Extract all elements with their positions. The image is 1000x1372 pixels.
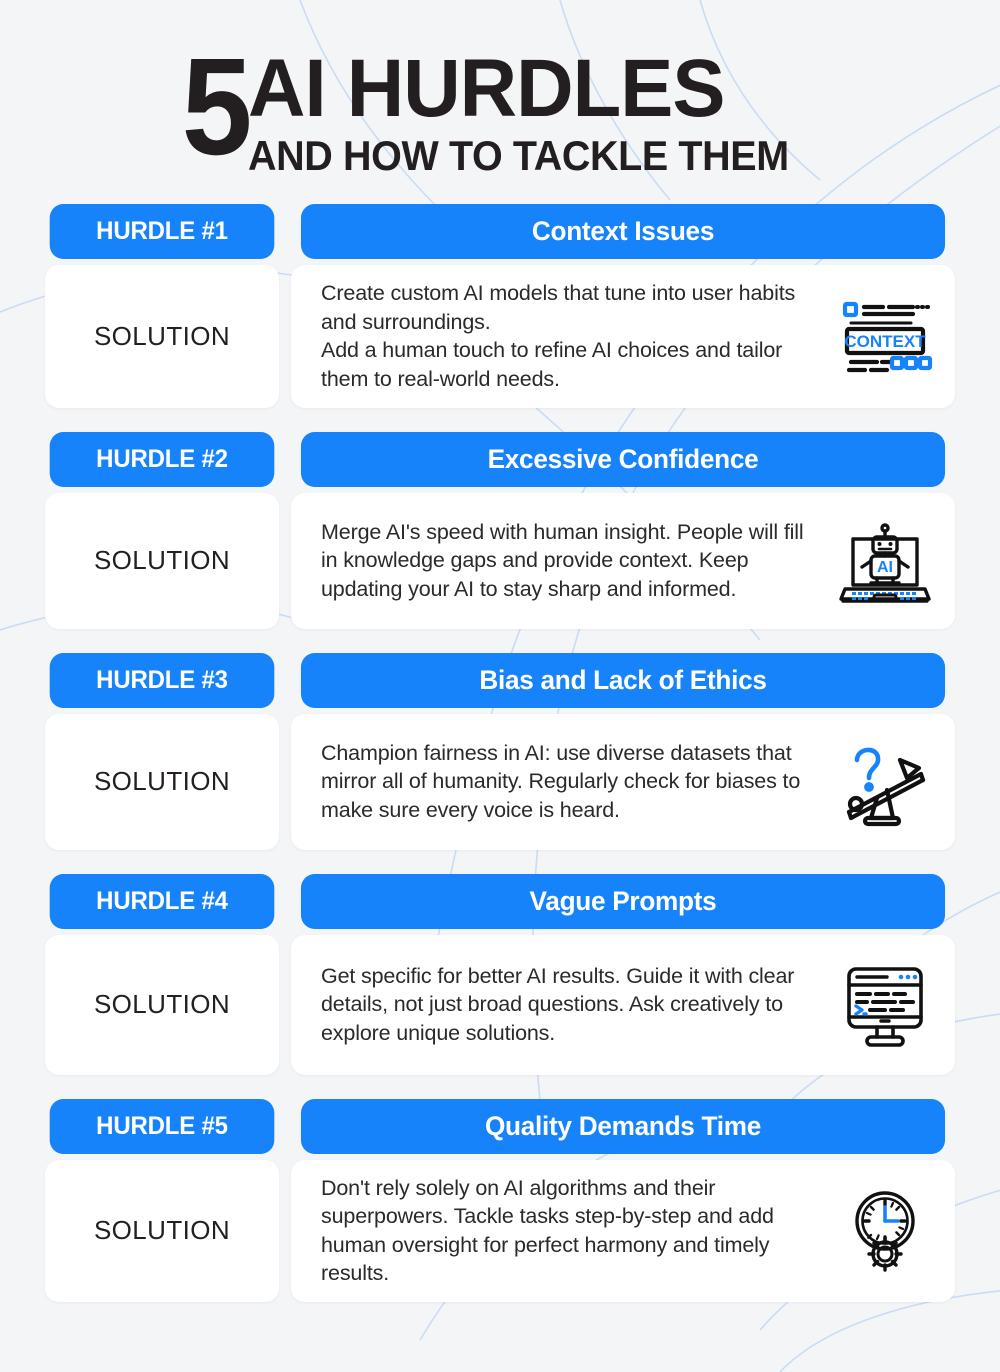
hurdle-title-1[interactable]: Context Issues bbox=[300, 204, 946, 260]
hurdle-title-4[interactable]: Vague Prompts bbox=[300, 873, 946, 929]
page-title: AI HURDLES bbox=[248, 43, 725, 134]
hurdle-right-column: Vague Prompts Get specific for better AI… bbox=[291, 873, 955, 1075]
hurdle-left-column: HURDLE #3 SOLUTION bbox=[45, 652, 279, 850]
infographic-page: 5 AI HURDLES AND HOW TO TACKLE THEM HURD… bbox=[0, 0, 1000, 1372]
solution-label: SOLUTION bbox=[93, 989, 231, 1020]
hurdle-content-card-3: Champion fairness in AI: use diverse dat… bbox=[291, 713, 955, 850]
solution-card-3: SOLUTION bbox=[45, 713, 279, 850]
hurdle-left-column: HURDLE #2 SOLUTION bbox=[45, 431, 279, 629]
hurdle-content-card-2: Merge AI's speed with human insight. Peo… bbox=[291, 492, 955, 629]
page-header: 5 AI HURDLES AND HOW TO TACKLE THEM bbox=[0, 0, 1000, 188]
hurdle-body-text-1: Create custom AI models that tune into u… bbox=[321, 281, 796, 392]
hurdle-left-column: HURDLE #4 SOLUTION bbox=[45, 873, 279, 1075]
hurdle-content-card-4: Get specific for better AI results. Guid… bbox=[291, 934, 955, 1075]
hurdle-body-text-3: Champion fairness in AI: use diverse dat… bbox=[321, 740, 801, 822]
title-row: 5 AI HURDLES AND HOW TO TACKLE THEM bbox=[0, 30, 1000, 184]
hurdle-left-column: HURDLE #1 SOLUTION bbox=[45, 204, 279, 408]
solution-label: SOLUTION bbox=[93, 766, 231, 797]
title-stack: AI HURDLES AND HOW TO TACKLE THEM bbox=[248, 44, 823, 180]
solution-card-1: SOLUTION bbox=[45, 265, 279, 408]
unbalanced-scale-question-icon bbox=[833, 730, 937, 834]
clock-gear-icon bbox=[833, 1179, 937, 1283]
robot-laptop-icon: AI bbox=[833, 509, 937, 613]
hurdle-badge-5[interactable]: HURDLE #5 bbox=[49, 1098, 275, 1154]
hurdle-body-text-2: Merge AI's speed with human insight. Peo… bbox=[321, 519, 804, 601]
hurdle-content-card-5: Don't rely solely on AI algorithms and t… bbox=[291, 1159, 955, 1303]
hurdle-badge-4[interactable]: HURDLE #4 bbox=[49, 873, 275, 929]
hurdle-title-3[interactable]: Bias and Lack of Ethics bbox=[300, 652, 946, 708]
hurdle-badge-1[interactable]: HURDLE #1 bbox=[49, 204, 275, 260]
hurdle-row: HURDLE #5 SOLUTION Quality Demands Time … bbox=[45, 1098, 955, 1303]
hurdle-title-2[interactable]: Excessive Confidence bbox=[300, 431, 946, 487]
hurdle-body-text-4: Get specific for better AI results. Guid… bbox=[321, 963, 795, 1045]
hurdle-row: HURDLE #2 SOLUTION Excessive Confidence … bbox=[45, 431, 955, 629]
page-subtitle: AND HOW TO TACKLE THEM bbox=[248, 131, 789, 179]
solution-label: SOLUTION bbox=[93, 1215, 231, 1246]
hurdle-right-column: Context Issues Create custom AI models t… bbox=[291, 204, 955, 408]
hurdle-row: HURDLE #3 SOLUTION Bias and Lack of Ethi… bbox=[45, 652, 955, 850]
hurdle-left-column: HURDLE #5 SOLUTION bbox=[45, 1098, 279, 1303]
hurdle-body-text-5: Don't rely solely on AI algorithms and t… bbox=[321, 1175, 774, 1286]
context-icon-text: CONTEXT bbox=[844, 332, 926, 351]
robot-icon-text: AI bbox=[877, 559, 893, 576]
monitor-terminal-icon bbox=[833, 953, 937, 1057]
solution-label: SOLUTION bbox=[93, 320, 231, 351]
hurdle-badge-2[interactable]: HURDLE #2 bbox=[49, 431, 275, 487]
hurdle-title-5[interactable]: Quality Demands Time bbox=[300, 1098, 946, 1154]
solution-card-2: SOLUTION bbox=[45, 492, 279, 629]
hurdle-row: HURDLE #1 SOLUTION Context Issues Create… bbox=[45, 204, 955, 408]
solution-card-5: SOLUTION bbox=[45, 1159, 279, 1303]
hurdle-content-card-1: Create custom AI models that tune into u… bbox=[291, 265, 955, 408]
solution-card-4: SOLUTION bbox=[45, 934, 279, 1075]
hurdle-count-number: 5 bbox=[182, 30, 253, 184]
hurdle-row: HURDLE #4 SOLUTION Vague Prompts Get spe… bbox=[45, 873, 955, 1075]
hurdle-list: HURDLE #1 SOLUTION Context Issues Create… bbox=[0, 204, 1000, 1303]
context-window-icon: CONTEXT bbox=[833, 284, 937, 388]
hurdle-right-column: Bias and Lack of Ethics Champion fairnes… bbox=[291, 652, 955, 850]
hurdle-badge-3[interactable]: HURDLE #3 bbox=[49, 652, 275, 708]
solution-label: SOLUTION bbox=[93, 545, 231, 576]
hurdle-right-column: Excessive Confidence Merge AI's speed wi… bbox=[291, 431, 955, 629]
hurdle-right-column: Quality Demands Time Don't rely solely o… bbox=[291, 1098, 955, 1303]
